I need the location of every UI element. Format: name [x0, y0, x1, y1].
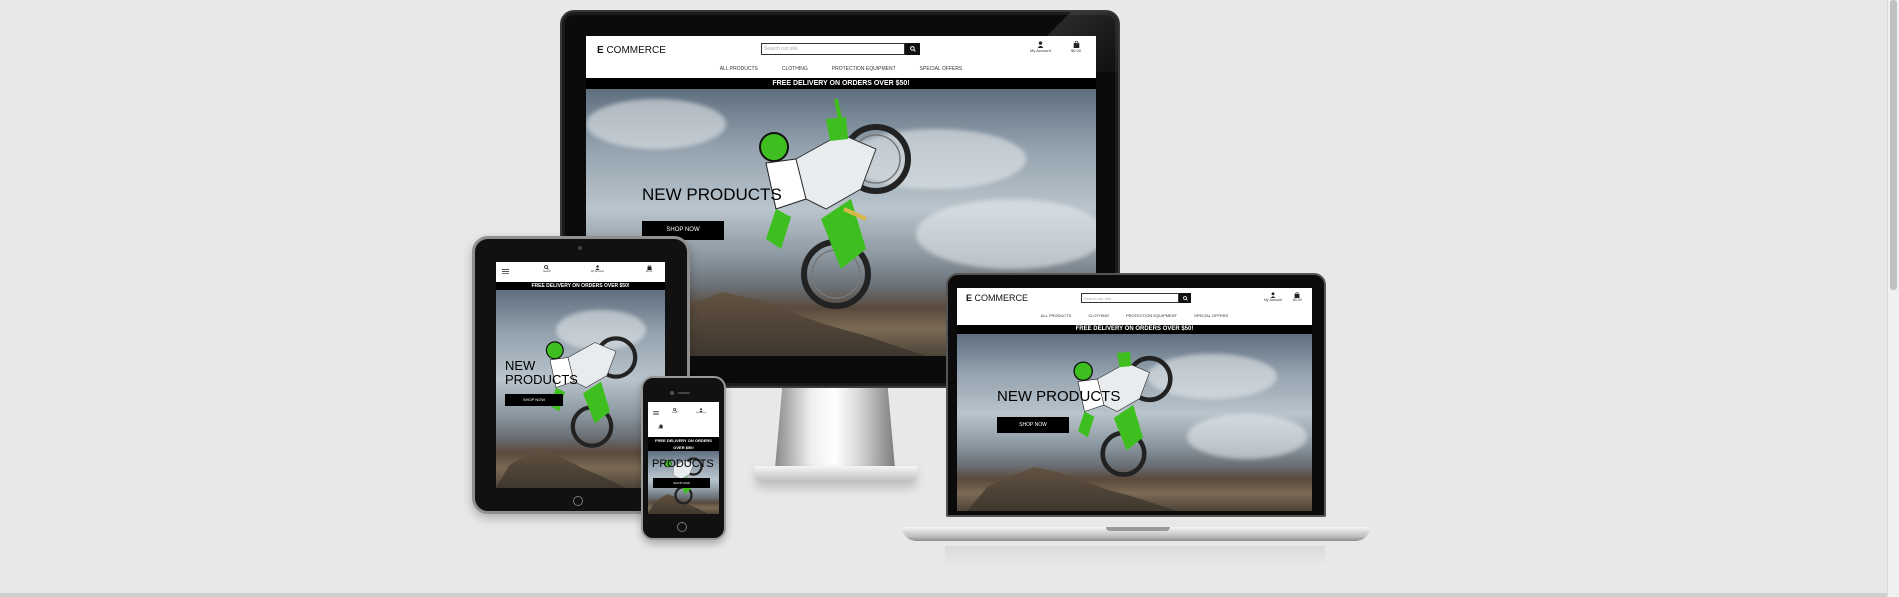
laptop-shop-now-button[interactable]: SHOP NOW: [997, 417, 1069, 433]
phone-speaker: [678, 392, 690, 394]
search-icon: [909, 46, 916, 52]
laptop-notch: [1106, 527, 1170, 531]
search-input[interactable]: Search our site: [761, 43, 905, 55]
phone-search-link[interactable]: Search: [672, 408, 678, 414]
phone-hero: PRODUCTS SHOP NOW: [648, 451, 719, 514]
laptop-search-button[interactable]: [1179, 293, 1191, 303]
laptop-bag-total: $0.00: [1293, 298, 1302, 302]
laptop-site-logo[interactable]: E COMMERCE: [966, 293, 1028, 303]
tablet-hero-title-line1: NEW: [505, 358, 536, 373]
tablet-search-link[interactable]: Search: [543, 265, 551, 273]
main-nav: ALL PRODUCTS CLOTHING PROTECTION EQUIPME…: [586, 66, 1096, 72]
tablet-bag-link[interactable]: $0.00: [646, 265, 652, 273]
laptop-main-nav: ALL PRODUCTS CLOTHING PROTECTION EQUIPME…: [957, 313, 1312, 318]
tablet-search-label: Search: [543, 270, 551, 273]
nav-special-offers[interactable]: SPECIAL OFFERS: [1194, 313, 1228, 318]
monitor-base: [755, 466, 917, 482]
nav-all-products[interactable]: ALL PRODUCTS: [720, 66, 758, 72]
user-icon: [1037, 41, 1044, 48]
phone-search-label: Search: [672, 412, 679, 414]
motocross-rider-image: [545, 336, 638, 448]
menu-icon[interactable]: [653, 411, 659, 415]
nav-clothing[interactable]: CLOTHING: [782, 66, 808, 72]
tablet-home-button: [573, 496, 583, 506]
nav-clothing[interactable]: CLOTHING: [1088, 313, 1109, 318]
phone-screen: Search My Account $0.00 FREE DELIVERY ON…: [648, 402, 719, 514]
phone-camera: [670, 391, 674, 395]
laptop-bag-link[interactable]: $0.00: [1293, 292, 1302, 302]
search-bar: Search our site: [761, 43, 920, 55]
search-icon: [1182, 295, 1188, 301]
monitor-stand: [775, 388, 895, 468]
tablet-header: Search My Account $0.00: [496, 262, 665, 282]
phone-delivery-banner: FREE DELIVERY ON ORDERS OVER $50!: [648, 437, 719, 451]
scrollbar-thumb[interactable]: [1890, 0, 1897, 290]
phone-account-link[interactable]: My Account: [696, 408, 706, 414]
tablet-hero-title-line2: PRODUCTS: [505, 372, 578, 387]
motocross-rider-image: [759, 99, 911, 309]
laptop-shadow: [945, 546, 1325, 566]
mockup-stage: E COMMERCE Search our site My Account $0…: [0, 0, 1899, 597]
tablet-account-label: My Account: [591, 270, 604, 273]
site-header: E COMMERCE Search our site My Account $0…: [586, 36, 1096, 78]
tablet-shop-now-button[interactable]: SHOP NOW: [505, 394, 563, 406]
phone-hero-title: PRODUCTS: [652, 458, 714, 470]
nav-special-offers[interactable]: SPECIAL OFFERS: [920, 66, 963, 72]
shopping-bag-icon: [1073, 41, 1079, 48]
bag-link[interactable]: $0.00: [1071, 41, 1081, 53]
motocross-rider-image: [1073, 351, 1173, 477]
delivery-banner: FREE DELIVERY ON ORDERS OVER $50!: [586, 78, 1096, 89]
tablet-screen: Search My Account $0.00 FREE DELIVERY ON…: [496, 262, 665, 488]
phone-account-label: My Account: [696, 412, 707, 414]
search-button[interactable]: [905, 43, 920, 55]
laptop-account-label: My Account: [1264, 298, 1283, 302]
tablet-camera: [578, 246, 582, 250]
laptop-screen: E COMMERCE Search our site My Account $0…: [957, 288, 1312, 511]
tablet-hero: NEW PRODUCTS SHOP NOW: [496, 290, 665, 488]
laptop-account-link[interactable]: My Account: [1264, 292, 1282, 302]
phone-shop-now-button[interactable]: SHOP NOW: [653, 478, 710, 488]
laptop-header: E COMMERCE Search our site My Account $0…: [957, 288, 1312, 325]
laptop-search-input[interactable]: Search our site: [1081, 293, 1179, 303]
account-label: My Account: [1030, 48, 1051, 53]
nav-protection-equipment[interactable]: PROTECTION EQUIPMENT: [832, 66, 896, 72]
bag-total: $0.00: [1071, 48, 1082, 53]
laptop-hero-title: NEW PRODUCTS: [997, 388, 1121, 405]
hero-title: NEW PRODUCTS: [642, 185, 782, 204]
laptop-hero: NEW PRODUCTS SHOP NOW: [957, 334, 1312, 511]
page-bottom-edge: [0, 593, 1887, 597]
laptop-delivery-banner: FREE DELIVERY ON ORDERS OVER $50!: [957, 325, 1312, 334]
tablet-account-link[interactable]: My Account: [591, 265, 604, 273]
account-link[interactable]: My Account: [1030, 41, 1051, 53]
site-logo[interactable]: E COMMERCE: [597, 45, 666, 56]
laptop-search-bar: Search our site: [1081, 293, 1191, 303]
nav-protection-equipment[interactable]: PROTECTION EQUIPMENT: [1126, 313, 1177, 318]
phone-home-button: [677, 522, 687, 532]
tablet-bag-total: $0.00: [646, 270, 653, 273]
phone-bag-link[interactable]: $0.00: [658, 424, 663, 430]
vertical-scrollbar[interactable]: [1887, 0, 1899, 597]
tablet-delivery-banner: FREE DELIVERY ON ORDERS OVER $50!: [496, 282, 665, 290]
nav-all-products[interactable]: ALL PRODUCTS: [1041, 313, 1072, 318]
menu-icon[interactable]: [502, 269, 509, 274]
phone-header: Search My Account $0.00: [648, 402, 719, 437]
phone-bag-total: $0.00: [658, 428, 664, 430]
